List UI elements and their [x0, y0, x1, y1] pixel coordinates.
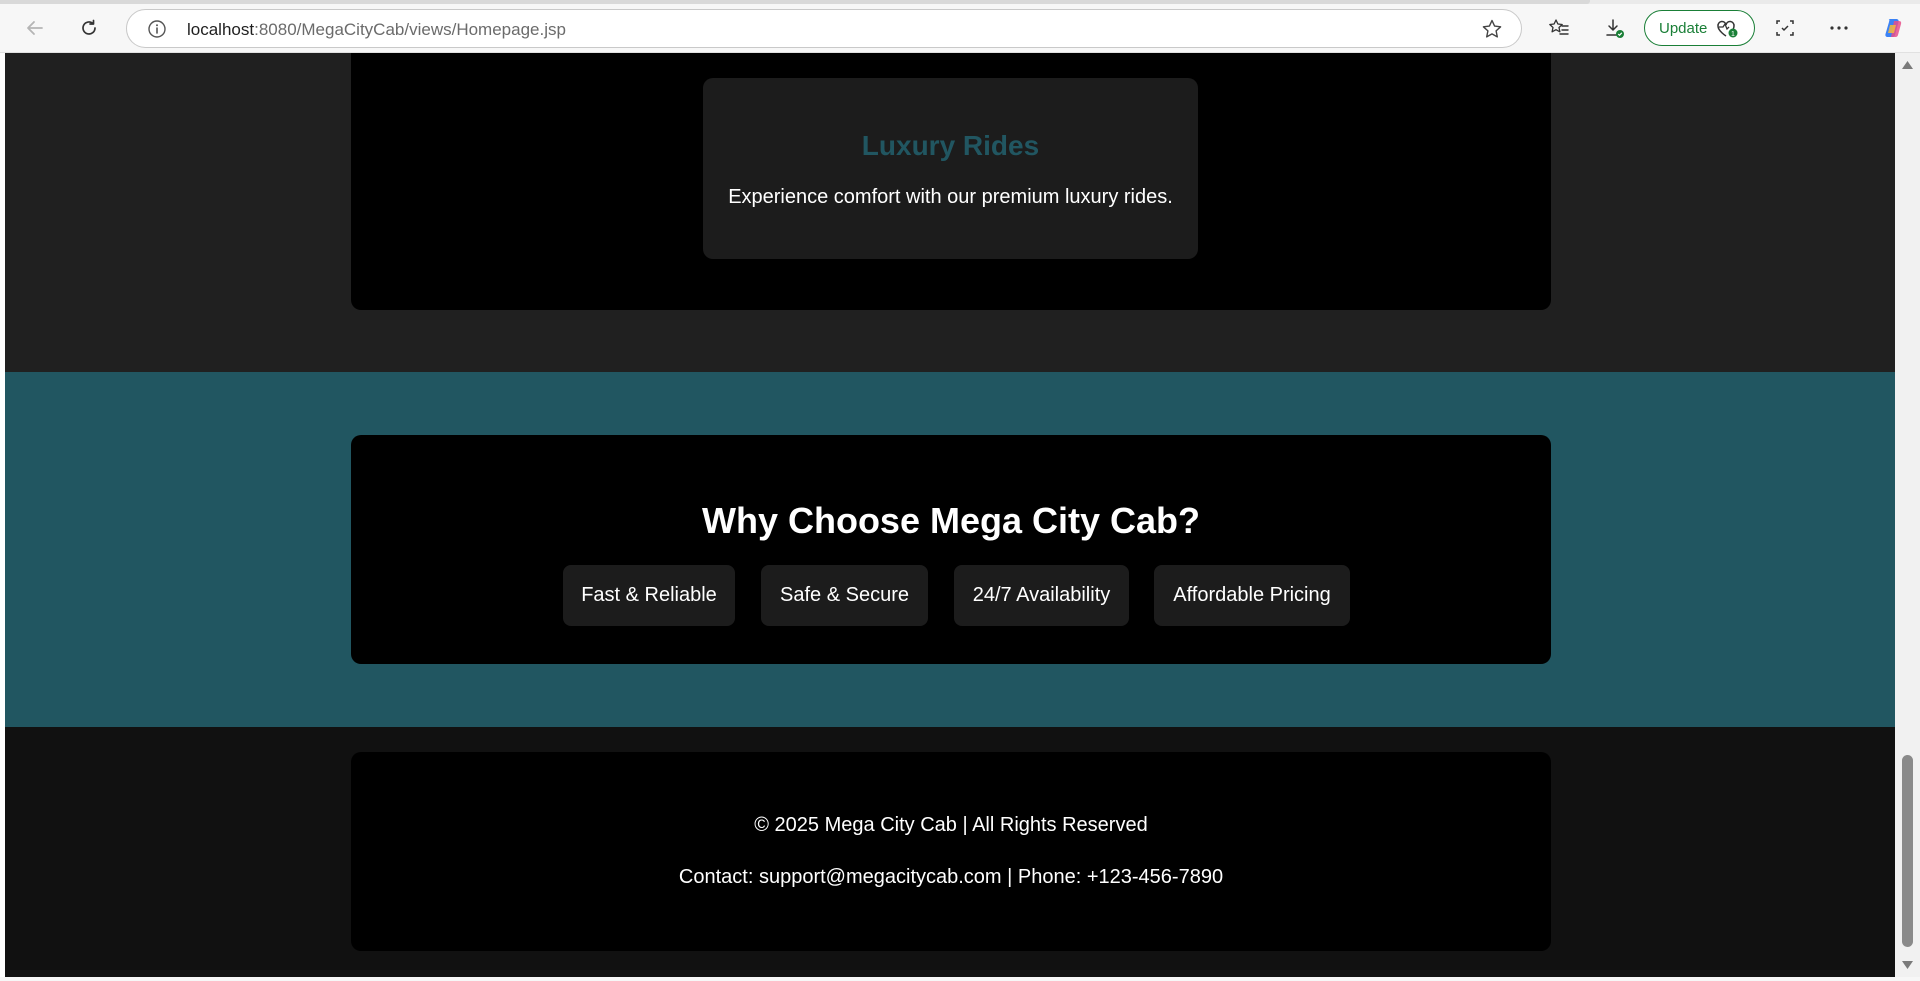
page-viewport: Luxury Rides Experience comfort with our…: [0, 53, 1920, 981]
downloads-icon: [1606, 19, 1624, 38]
svg-text:1: 1: [1731, 31, 1735, 38]
update-button[interactable]: Update 1: [1644, 10, 1755, 46]
tab-strip-edge: [0, 0, 1920, 4]
url-path: :8080/MegaCityCab/views/Homepage.jsp: [254, 20, 566, 39]
service-card-luxury: Luxury Rides Experience comfort with our…: [703, 78, 1198, 259]
address-bar[interactable]: localhost:8080/MegaCityCab/views/Homepag…: [126, 9, 1522, 48]
why-choose-section: Why Choose Mega City Cab? Fast & Reliabl…: [5, 372, 1895, 727]
screenshot-icon: [1776, 20, 1794, 36]
url-text[interactable]: localhost:8080/MegaCityCab/views/Homepag…: [187, 20, 566, 40]
more-button[interactable]: [1824, 13, 1854, 43]
vertical-scrollbar[interactable]: [1895, 53, 1920, 977]
feature-safe-secure: Safe & Secure: [761, 565, 928, 626]
downloads-button[interactable]: [1599, 13, 1629, 43]
footer-panel: © 2025 Mega City Cab | All Rights Reserv…: [351, 752, 1551, 951]
why-choose-panel: Why Choose Mega City Cab? Fast & Reliabl…: [351, 435, 1551, 664]
star-icon[interactable]: [1481, 18, 1503, 40]
feature-affordable-pricing: Affordable Pricing: [1154, 565, 1350, 626]
service-card-text: Experience comfort with our premium luxu…: [728, 186, 1173, 208]
footer-contact: Contact: support@megacitycab.com | Phone…: [678, 866, 1224, 888]
scroll-up-arrow-icon[interactable]: [1901, 59, 1914, 71]
reload-icon: [82, 19, 96, 35]
scrollbar-thumb[interactable]: [1902, 755, 1913, 947]
service-card-title: Luxury Rides: [861, 130, 1040, 161]
screenshot-button[interactable]: [1770, 13, 1800, 43]
window-bottom-edge: [0, 977, 1920, 981]
footer-copyright: © 2025 Mega City Cab | All Rights Reserv…: [754, 814, 1148, 836]
health-icon: 1: [1717, 20, 1738, 38]
reload-button[interactable]: [73, 12, 105, 44]
feature-availability: 24/7 Availability: [954, 565, 1129, 626]
feature-fast-reliable: Fast & Reliable: [563, 565, 735, 626]
footer-section: © 2025 Mega City Cab | All Rights Reserv…: [5, 727, 1895, 977]
copilot-button[interactable]: [1878, 13, 1908, 43]
copilot-icon: [1885, 19, 1902, 37]
update-label: Update: [1659, 19, 1708, 37]
services-panel: Luxury Rides Experience comfort with our…: [351, 53, 1551, 310]
favorites-button[interactable]: [1544, 13, 1574, 43]
favorites-icon: [1549, 19, 1569, 35]
browser-toolbar: localhost:8080/MegaCityCab/views/Homepag…: [0, 0, 1920, 53]
why-choose-heading: Why Choose Mega City Cab?: [701, 500, 1201, 541]
web-page: Luxury Rides Experience comfort with our…: [5, 53, 1895, 977]
info-icon[interactable]: [147, 19, 167, 39]
scroll-down-arrow-icon[interactable]: [1901, 959, 1914, 971]
services-section: Luxury Rides Experience comfort with our…: [5, 53, 1895, 372]
back-button[interactable]: [19, 12, 51, 44]
back-arrow-icon: [27, 21, 43, 35]
more-icon: [1830, 26, 1848, 30]
url-host: localhost: [187, 20, 255, 39]
